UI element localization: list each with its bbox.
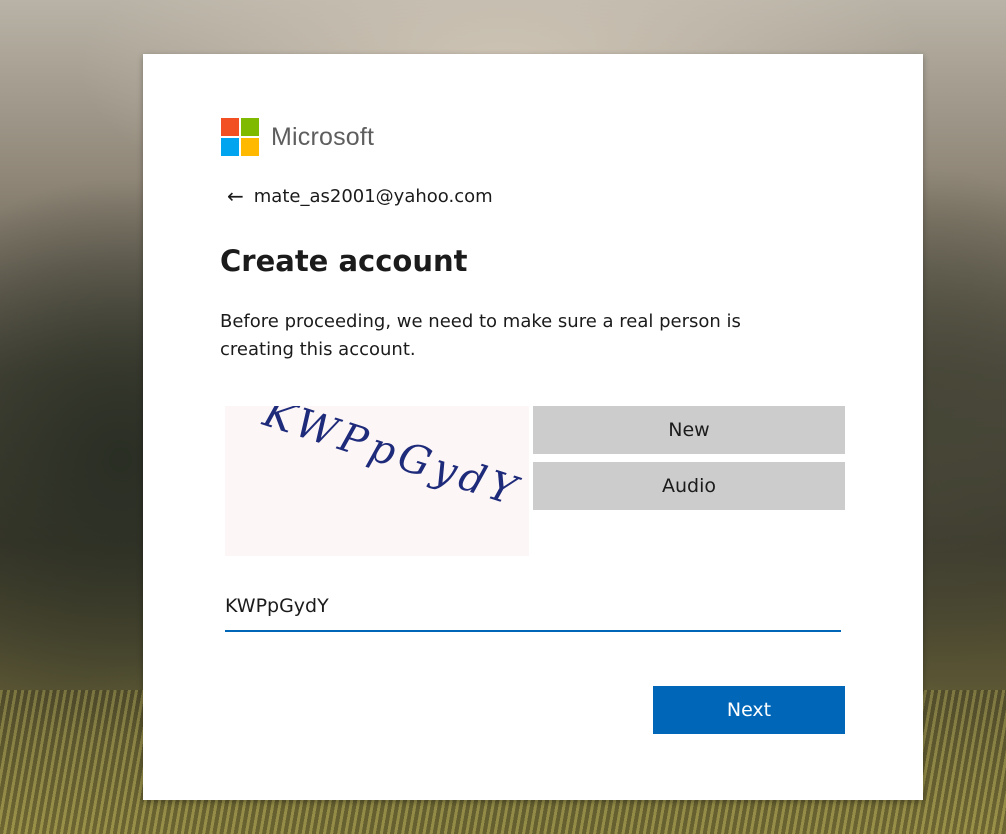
signup-card: Microsoft ← mate_as2001@yahoo.com Create… <box>143 54 923 800</box>
logo-square-green <box>241 118 259 136</box>
page-title: Create account <box>220 244 468 278</box>
captcha-image: KWPpGydY <box>225 389 529 556</box>
identity-email: mate_as2001@yahoo.com <box>253 185 493 207</box>
identity-banner[interactable]: ← mate_as2001@yahoo.com <box>227 184 493 208</box>
captcha-input[interactable] <box>225 584 841 632</box>
logo-square-yellow <box>241 138 259 156</box>
logo-square-blue <box>221 138 239 156</box>
brand-header: Microsoft <box>221 118 374 156</box>
description-text: Before proceeding, we need to make sure … <box>220 311 741 360</box>
logo-square-red <box>221 118 239 136</box>
captcha-distorted-text: KWPpGydY <box>257 406 525 516</box>
next-button[interactable]: Next <box>653 686 845 734</box>
brand-name: Microsoft <box>271 122 375 151</box>
audio-captcha-button[interactable]: Audio <box>533 462 845 510</box>
captcha-graphic: KWPpGydY <box>257 389 525 516</box>
new-captcha-button[interactable]: New <box>533 406 845 454</box>
microsoft-logo-icon <box>221 118 259 156</box>
left-arrow-icon[interactable]: ← <box>227 184 244 208</box>
